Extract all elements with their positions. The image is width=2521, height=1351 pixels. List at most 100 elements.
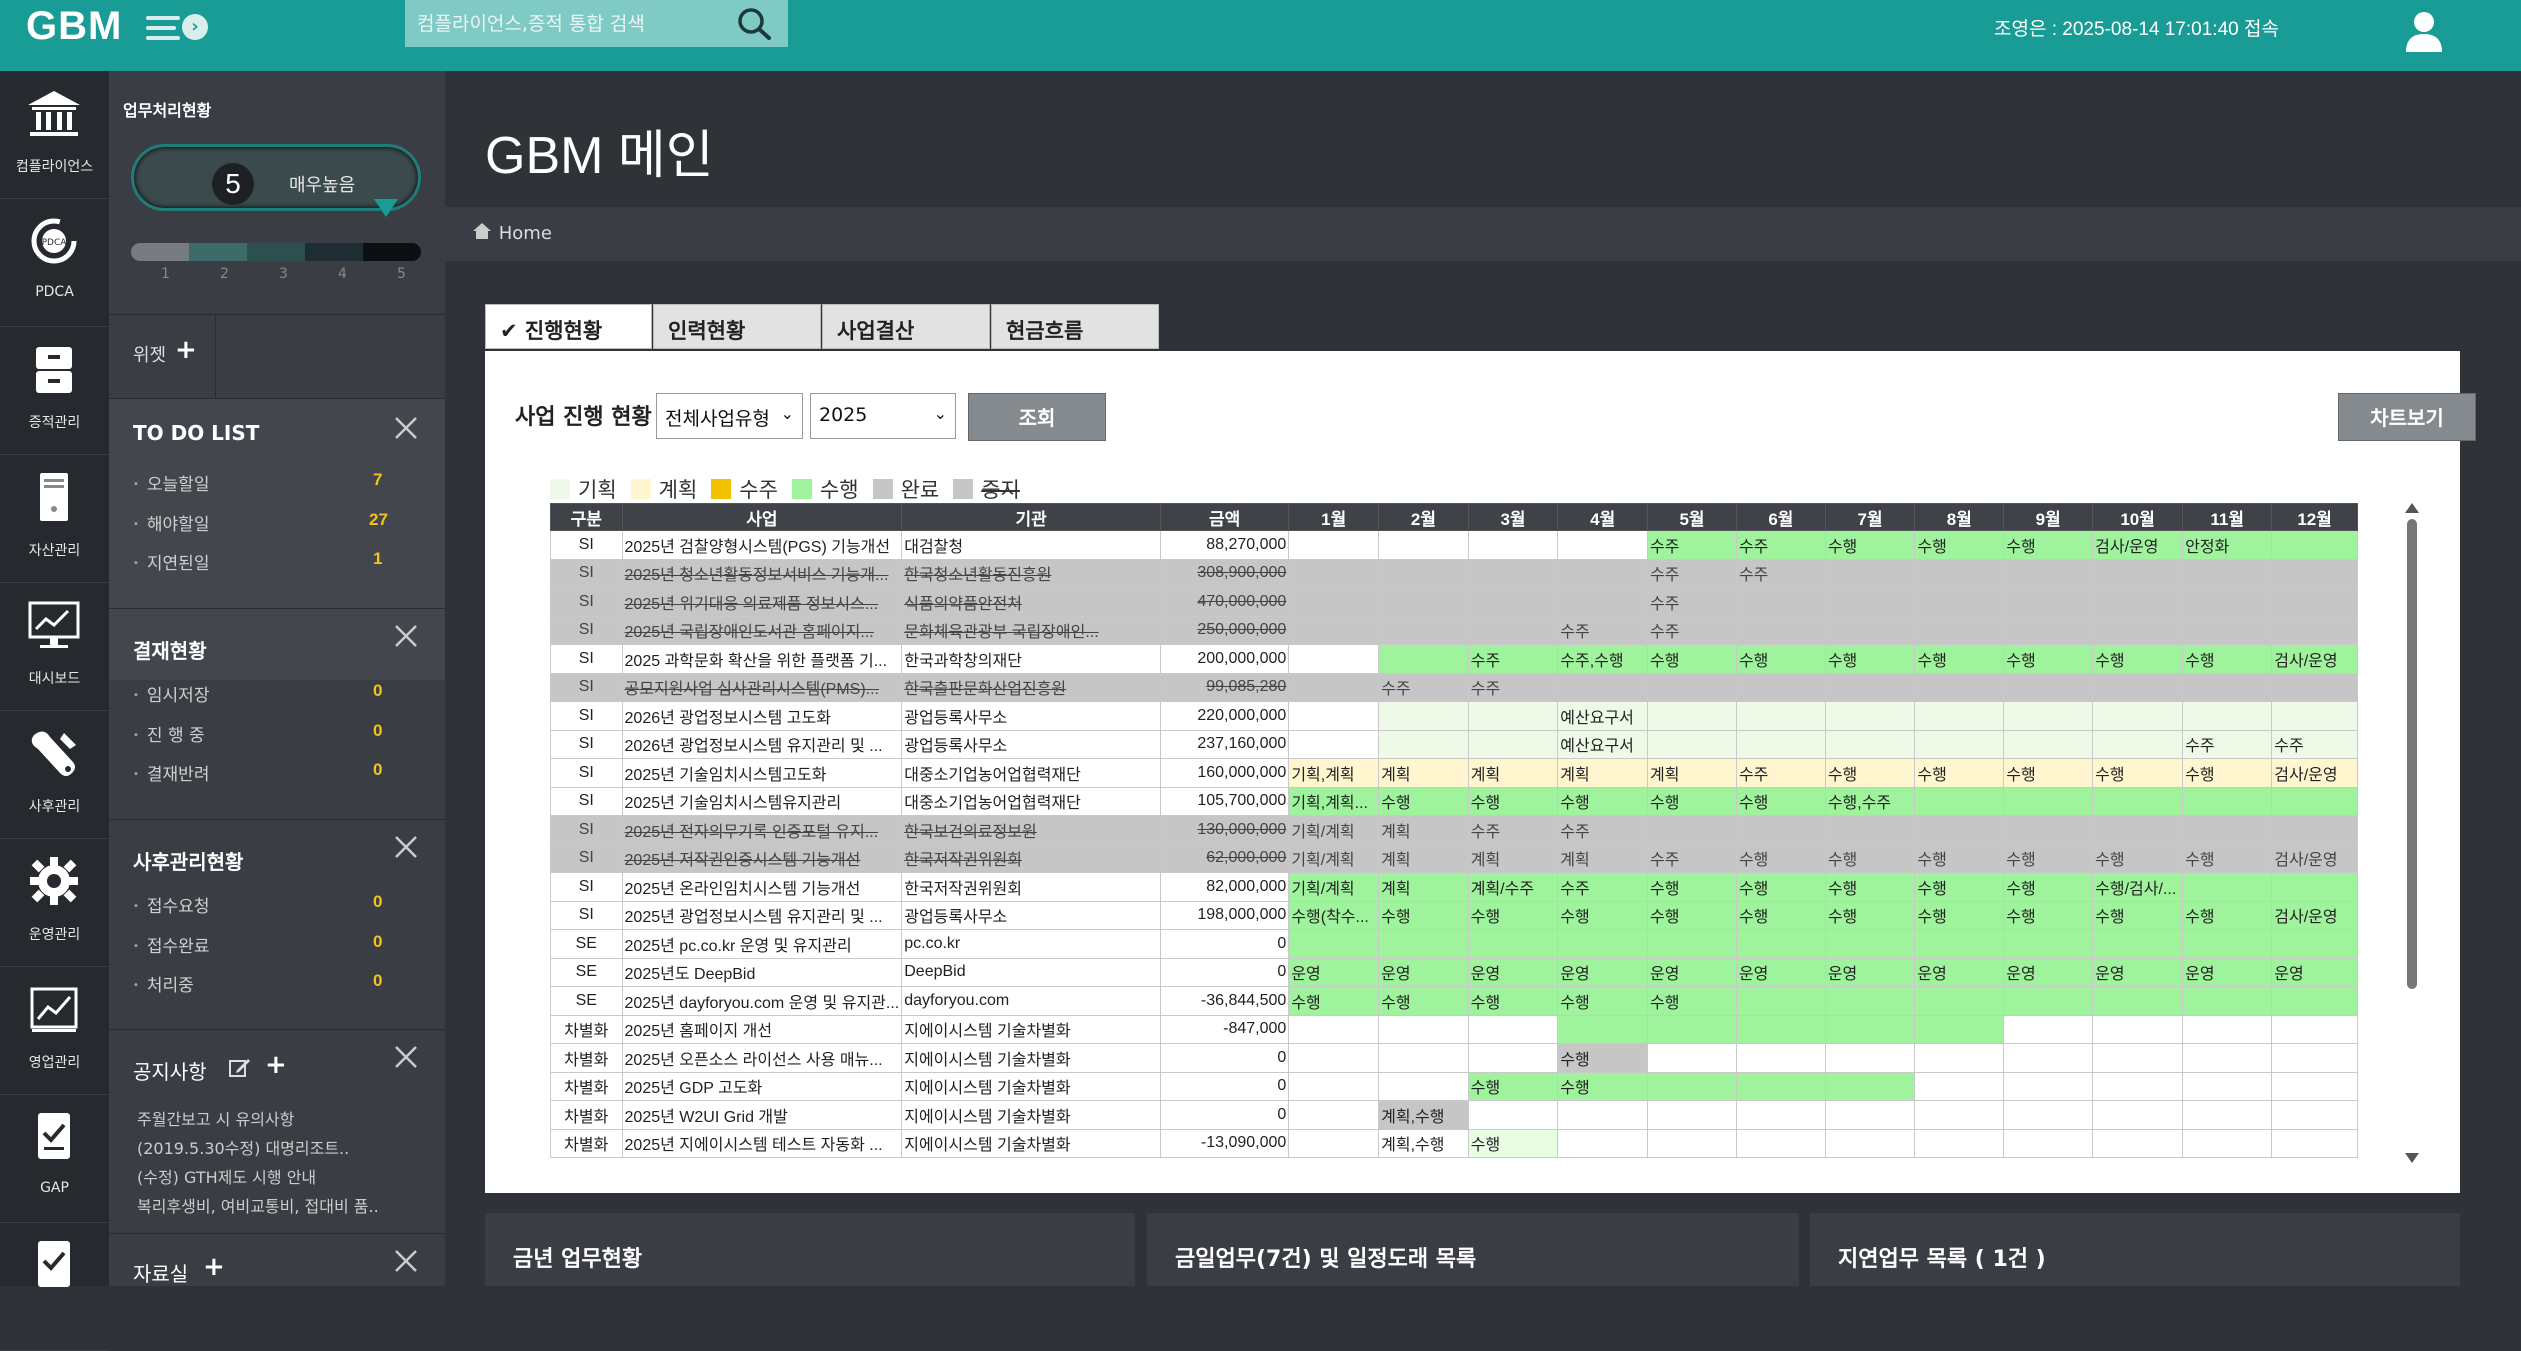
cell-month[interactable]: 수행: [2092, 758, 2184, 788]
cell-project[interactable]: 2026년 광업정보시스템 고도화: [621, 701, 903, 731]
cell-month[interactable]: 수행: [1378, 986, 1469, 1016]
cell-month[interactable]: 수행: [1557, 900, 1649, 930]
cell-month[interactable]: 수행: [2182, 843, 2273, 873]
cell-month[interactable]: 수행: [1557, 1043, 1649, 1073]
cell-org[interactable]: 한국보건의료정보원: [901, 815, 1162, 845]
cell-month[interactable]: [2003, 672, 2094, 702]
cell-month[interactable]: 수행: [1557, 1071, 1649, 1101]
cell-amount[interactable]: 62,000,000: [1160, 843, 1290, 873]
cell-kind[interactable]: SE: [550, 986, 623, 1016]
cell-month[interactable]: [2003, 986, 2094, 1016]
column-header[interactable]: 12월: [2271, 503, 2358, 531]
cell-project[interactable]: 2025년 오픈소스 라이선스 사용 매뉴...: [621, 1043, 903, 1073]
cell-month[interactable]: 계획: [1378, 843, 1469, 873]
cell-month[interactable]: 수주: [1557, 872, 1649, 902]
table-row[interactable]: SI 2025년 저작권인증시스템 기능개선 한국저작권위원회 62,000,000 기…: [550, 843, 2358, 873]
cell-project[interactable]: 공모지원사업 심사관리시스템(PMS)...: [621, 672, 903, 702]
cell-month[interactable]: 수행: [2092, 843, 2184, 873]
cell-kind[interactable]: SI: [550, 786, 623, 816]
cell-month[interactable]: [1735, 929, 1826, 959]
cell-month[interactable]: 수행: [1557, 986, 1649, 1016]
cell-month[interactable]: [1647, 1100, 1737, 1130]
cell-month[interactable]: [1467, 701, 1559, 731]
cell-project[interactable]: 2025년도 DeepBid: [621, 957, 903, 987]
cell-month[interactable]: [1647, 1071, 1737, 1101]
cell-month[interactable]: [1914, 1014, 2005, 1044]
cell-org[interactable]: 대중소기업농어업협력재단: [901, 758, 1162, 788]
cell-project[interactable]: 2025년 검찰양형시스템(PGS) 기능개선: [621, 530, 903, 560]
column-header[interactable]: 2월: [1378, 503, 1469, 531]
cell-month[interactable]: [2271, 986, 2358, 1016]
cell-kind[interactable]: 차별화: [550, 1014, 623, 1044]
cell-kind[interactable]: 차별화: [550, 1071, 623, 1101]
cell-month[interactable]: [1288, 672, 1380, 702]
cell-kind[interactable]: SI: [550, 672, 623, 702]
cell-month[interactable]: 운영: [1467, 957, 1559, 987]
cell-month[interactable]: [2182, 587, 2273, 617]
todo-item-pending[interactable]: 해야할일: [133, 510, 210, 535]
table-row[interactable]: SI 2025 과학문화 확산을 위한 플랫폼 기... 한국과학창의재단 200,0…: [550, 644, 2358, 674]
cell-month[interactable]: [1735, 1071, 1826, 1101]
cell-month[interactable]: [1467, 587, 1559, 617]
cell-month[interactable]: [1824, 1014, 1916, 1044]
cell-month[interactable]: [2271, 672, 2358, 702]
scroll-up-icon[interactable]: [2404, 501, 2420, 515]
cell-month[interactable]: [1824, 729, 1916, 759]
business-type-select[interactable]: 전체사업유형 ⌄: [656, 393, 803, 439]
table-row[interactable]: SI 2025년 위기대응 의료제품 정보시스... 식품의약품안전처 470,000…: [550, 587, 2358, 617]
cell-month[interactable]: [2092, 1043, 2184, 1073]
cell-amount[interactable]: 99,085,280: [1160, 672, 1290, 702]
cell-month[interactable]: 안정화: [2182, 530, 2273, 560]
logo[interactable]: GBM: [26, 4, 122, 49]
cell-month[interactable]: 계획: [1467, 843, 1559, 873]
cell-month[interactable]: [2092, 558, 2184, 588]
cell-month[interactable]: [2003, 558, 2094, 588]
cell-month[interactable]: [1914, 929, 2005, 959]
cell-month[interactable]: [2271, 587, 2358, 617]
cell-month[interactable]: 수행: [2182, 900, 2273, 930]
cell-kind[interactable]: SI: [550, 615, 623, 645]
cell-month[interactable]: 수주: [1557, 815, 1649, 845]
cell-month[interactable]: [1647, 1043, 1737, 1073]
cell-month[interactable]: [2092, 1100, 2184, 1130]
cell-month[interactable]: 수행: [1914, 900, 2005, 930]
cell-org[interactable]: 지에이시스템 기술차별화: [901, 1014, 1162, 1044]
cell-month[interactable]: [1914, 729, 2005, 759]
table-row[interactable]: SI 2025년 검찰양형시스템(PGS) 기능개선 대검찰청 88,270,000 수…: [550, 530, 2358, 560]
cell-kind[interactable]: SI: [550, 758, 623, 788]
today-work-card[interactable]: 금일업무(7건) 및 일정도래 목록: [1147, 1213, 1799, 1286]
table-row[interactable]: SI 2026년 광업정보시스템 유지관리 및 ... 광업등록사무소 237,160…: [550, 729, 2358, 759]
cell-month[interactable]: [2182, 558, 2273, 588]
cell-month[interactable]: [1824, 587, 1916, 617]
cell-month[interactable]: [2003, 615, 2094, 645]
table-row[interactable]: SE 2025년도 DeepBid DeepBid 0 운영 운영 운영 운영 운영 운영 운영 운영…: [550, 957, 2358, 987]
cell-amount[interactable]: 88,270,000: [1160, 530, 1290, 560]
cell-month[interactable]: [2271, 1071, 2358, 1101]
cell-org[interactable]: 지에이시스템 기술차별화: [901, 1128, 1162, 1158]
cell-month[interactable]: [1378, 701, 1469, 731]
cell-month[interactable]: [2003, 1043, 2094, 1073]
cell-amount[interactable]: -36,844,500: [1160, 986, 1290, 1016]
nav-item-aftercare[interactable]: 사후관리: [0, 711, 109, 839]
cell-month[interactable]: 계획: [1378, 758, 1469, 788]
cell-month[interactable]: [1824, 1128, 1916, 1158]
cell-month[interactable]: [2271, 1014, 2358, 1044]
cell-month[interactable]: [1557, 1100, 1649, 1130]
nav-item-evidence[interactable]: 증적관리: [0, 327, 109, 455]
cell-month[interactable]: [1647, 1014, 1737, 1044]
cell-month[interactable]: 계획: [1647, 758, 1737, 788]
cell-month[interactable]: 수주: [1647, 587, 1737, 617]
cell-month[interactable]: [1378, 1014, 1469, 1044]
cell-month[interactable]: [1378, 729, 1469, 759]
cell-org[interactable]: 광업등록사무소: [901, 729, 1162, 759]
table-row[interactable]: 차별화 2025년 오픈소스 라이선스 사용 매뉴... 지에이시스템 기술차별화 0…: [550, 1043, 2358, 1073]
cell-month[interactable]: [1378, 929, 1469, 959]
cell-month[interactable]: [2271, 1043, 2358, 1073]
cell-month[interactable]: 수행: [1824, 843, 1916, 873]
cell-month[interactable]: 수행: [1735, 644, 1826, 674]
cell-month[interactable]: [2092, 672, 2184, 702]
cell-month[interactable]: [1647, 701, 1737, 731]
cell-project[interactable]: 2025년 지에이시스템 테스트 자동화 ...: [621, 1128, 903, 1158]
cell-kind[interactable]: SI: [550, 644, 623, 674]
cell-project[interactable]: 2025년 기술임치시스템고도화: [621, 758, 903, 788]
